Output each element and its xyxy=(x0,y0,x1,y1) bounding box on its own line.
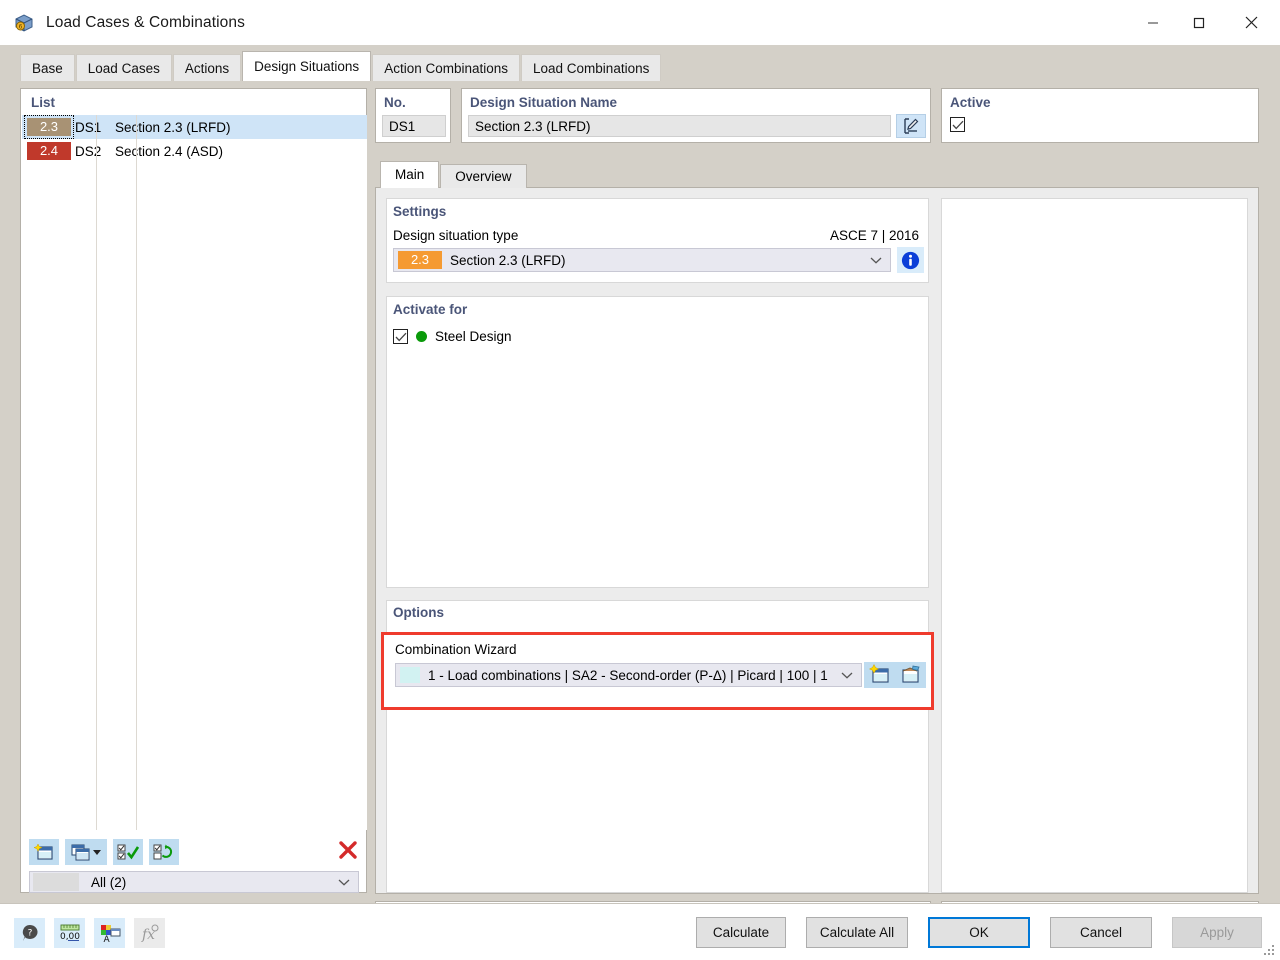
design-situation-name-label: Design Situation Name xyxy=(470,95,618,110)
formula-button: fx xyxy=(134,918,165,948)
close-button[interactable] xyxy=(1222,0,1280,45)
tab-design-situations[interactable]: Design Situations xyxy=(242,51,372,81)
list-column-divider-2 xyxy=(136,115,137,830)
combination-wizard-value: 1 - Load combinations | SA2 - Second-ord… xyxy=(428,667,828,683)
row-badge: 2.4 xyxy=(27,142,71,160)
title-bar: 6 Load Cases & Combinations xyxy=(0,0,1280,45)
minimize-button[interactable] xyxy=(1130,0,1176,45)
row-number: DS1 xyxy=(75,119,102,135)
svg-text:?: ? xyxy=(27,929,32,939)
activate-for-item-label: Steel Design xyxy=(435,329,512,344)
select-all-button[interactable] xyxy=(113,839,143,865)
status-dot-icon xyxy=(416,331,427,342)
apply-button: Apply xyxy=(1172,917,1262,948)
inner-tab-strip: Main Overview xyxy=(375,161,1259,188)
units-button[interactable]: 0,00 xyxy=(54,918,85,948)
chevron-down-icon xyxy=(93,849,101,855)
tab-main[interactable]: Main xyxy=(380,161,440,188)
info-icon[interactable] xyxy=(897,247,924,273)
combination-wizard-combo[interactable]: 1 - Load combinations | SA2 - Second-ord… xyxy=(395,663,862,687)
standard-label: ASCE 7 | 2016 xyxy=(829,228,919,243)
window-controls xyxy=(1130,0,1280,45)
chevron-down-icon xyxy=(870,253,882,268)
settings-group: Settings Design situation type ASCE 7 | … xyxy=(386,198,929,283)
footer-buttons: Calculate Calculate All OK Cancel Apply xyxy=(696,917,1262,948)
active-panel: Active xyxy=(941,88,1259,143)
right-preview-panel xyxy=(941,198,1248,893)
design-situation-name-input[interactable]: Section 2.3 (LRFD) xyxy=(468,115,891,137)
tab-actions[interactable]: Actions xyxy=(172,54,242,81)
list-item[interactable]: 2.4 DS2 Section 2.4 (ASD) xyxy=(22,139,367,163)
list-title: List xyxy=(31,95,56,110)
chevron-down-icon xyxy=(841,668,853,683)
options-title: Options xyxy=(393,605,444,620)
design-situation-name-panel: Design Situation Name Section 2.3 (LRFD) xyxy=(461,88,931,143)
edit-name-icon[interactable] xyxy=(896,114,926,138)
row-name: Section 2.3 (LRFD) xyxy=(115,119,231,135)
type-badge: 2.3 xyxy=(398,251,442,269)
list-item[interactable]: 2.3 DS1 Section 2.3 (LRFD) xyxy=(22,115,367,139)
footer-tools: ? 0,00 A fx xyxy=(14,918,165,948)
list-column-divider-1 xyxy=(96,115,97,830)
delete-button[interactable] xyxy=(333,837,363,863)
type-value: Section 2.3 (LRFD) xyxy=(450,252,566,268)
tab-action-combinations[interactable]: Action Combinations xyxy=(372,54,521,81)
active-checkbox[interactable] xyxy=(950,117,965,132)
help-button[interactable]: ? xyxy=(14,918,45,948)
edit-combination-wizard-button[interactable] xyxy=(900,664,922,687)
display-properties-button[interactable]: A xyxy=(94,918,125,948)
design-situations-list[interactable]: 2.3 DS1 Section 2.3 (LRFD) 2.4 DS2 Secti… xyxy=(22,115,367,830)
active-label: Active xyxy=(950,95,991,110)
svg-text:6: 6 xyxy=(19,23,23,30)
copy-design-situation-button[interactable] xyxy=(65,839,107,865)
row-number: DS2 xyxy=(75,143,102,159)
chevron-down-icon xyxy=(338,875,350,890)
maximize-button[interactable] xyxy=(1176,0,1222,45)
row-name: Section 2.4 (ASD) xyxy=(115,143,224,159)
cancel-button[interactable]: Cancel xyxy=(1050,917,1152,948)
tab-load-cases[interactable]: Load Cases xyxy=(75,54,172,81)
ok-button[interactable]: OK xyxy=(928,917,1030,948)
calculate-all-button[interactable]: Calculate All xyxy=(806,917,908,948)
number-field[interactable]: DS1 xyxy=(382,115,446,137)
footer-bar: ? 0,00 A fx Calculate Calculate All OK C… xyxy=(0,903,1280,960)
main-tab-strip: Base Load Cases Actions Design Situation… xyxy=(0,45,1280,81)
calculate-button[interactable]: Calculate xyxy=(696,917,786,948)
number-panel: No. DS1 xyxy=(375,88,451,143)
activate-for-group: Activate for Steel Design xyxy=(386,296,929,588)
design-situation-type-combo[interactable]: 2.3 Section 2.3 (LRFD) xyxy=(393,248,891,272)
design-situation-type-label: Design situation type xyxy=(393,228,519,243)
number-label: No. xyxy=(384,95,406,110)
filter-label: All (2) xyxy=(91,874,127,890)
dialog-window: 6 Load Cases & Combinations Base Load Ca… xyxy=(0,0,1280,960)
combination-wizard-buttons xyxy=(864,662,926,688)
new-combination-wizard-button[interactable] xyxy=(868,663,891,687)
list-filter-combo[interactable]: All (2) xyxy=(29,871,359,893)
dialog-body: List 2.3 DS1 Section 2.3 (LRFD) 2.4 DS2 … xyxy=(0,81,1280,960)
resize-grip[interactable] xyxy=(1264,945,1276,957)
tab-base[interactable]: Base xyxy=(20,54,75,81)
list-toolbar xyxy=(29,837,359,867)
tab-overview[interactable]: Overview xyxy=(440,164,527,188)
app-cube-icon: 6 xyxy=(12,11,36,35)
invert-selection-button[interactable] xyxy=(149,839,179,865)
svg-text:A: A xyxy=(103,935,110,943)
window-title: Load Cases & Combinations xyxy=(46,13,245,31)
settings-title: Settings xyxy=(393,204,447,219)
tab-load-combinations[interactable]: Load Combinations xyxy=(521,54,662,81)
row-badge: 2.3 xyxy=(24,115,74,139)
steel-design-checkbox[interactable] xyxy=(393,329,408,344)
filter-swatch xyxy=(33,873,79,891)
svg-text:fx: fx xyxy=(141,927,155,943)
activate-for-title: Activate for xyxy=(393,302,468,317)
wizard-swatch xyxy=(400,667,420,683)
list-panel: List 2.3 DS1 Section 2.3 (LRFD) 2.4 DS2 … xyxy=(20,88,367,893)
activate-for-item[interactable]: Steel Design xyxy=(393,329,512,344)
combination-wizard-highlight: Combination Wizard 1 - Load combinations… xyxy=(381,632,934,710)
combination-wizard-label: Combination Wizard xyxy=(395,642,517,657)
new-design-situation-button[interactable] xyxy=(29,839,59,865)
